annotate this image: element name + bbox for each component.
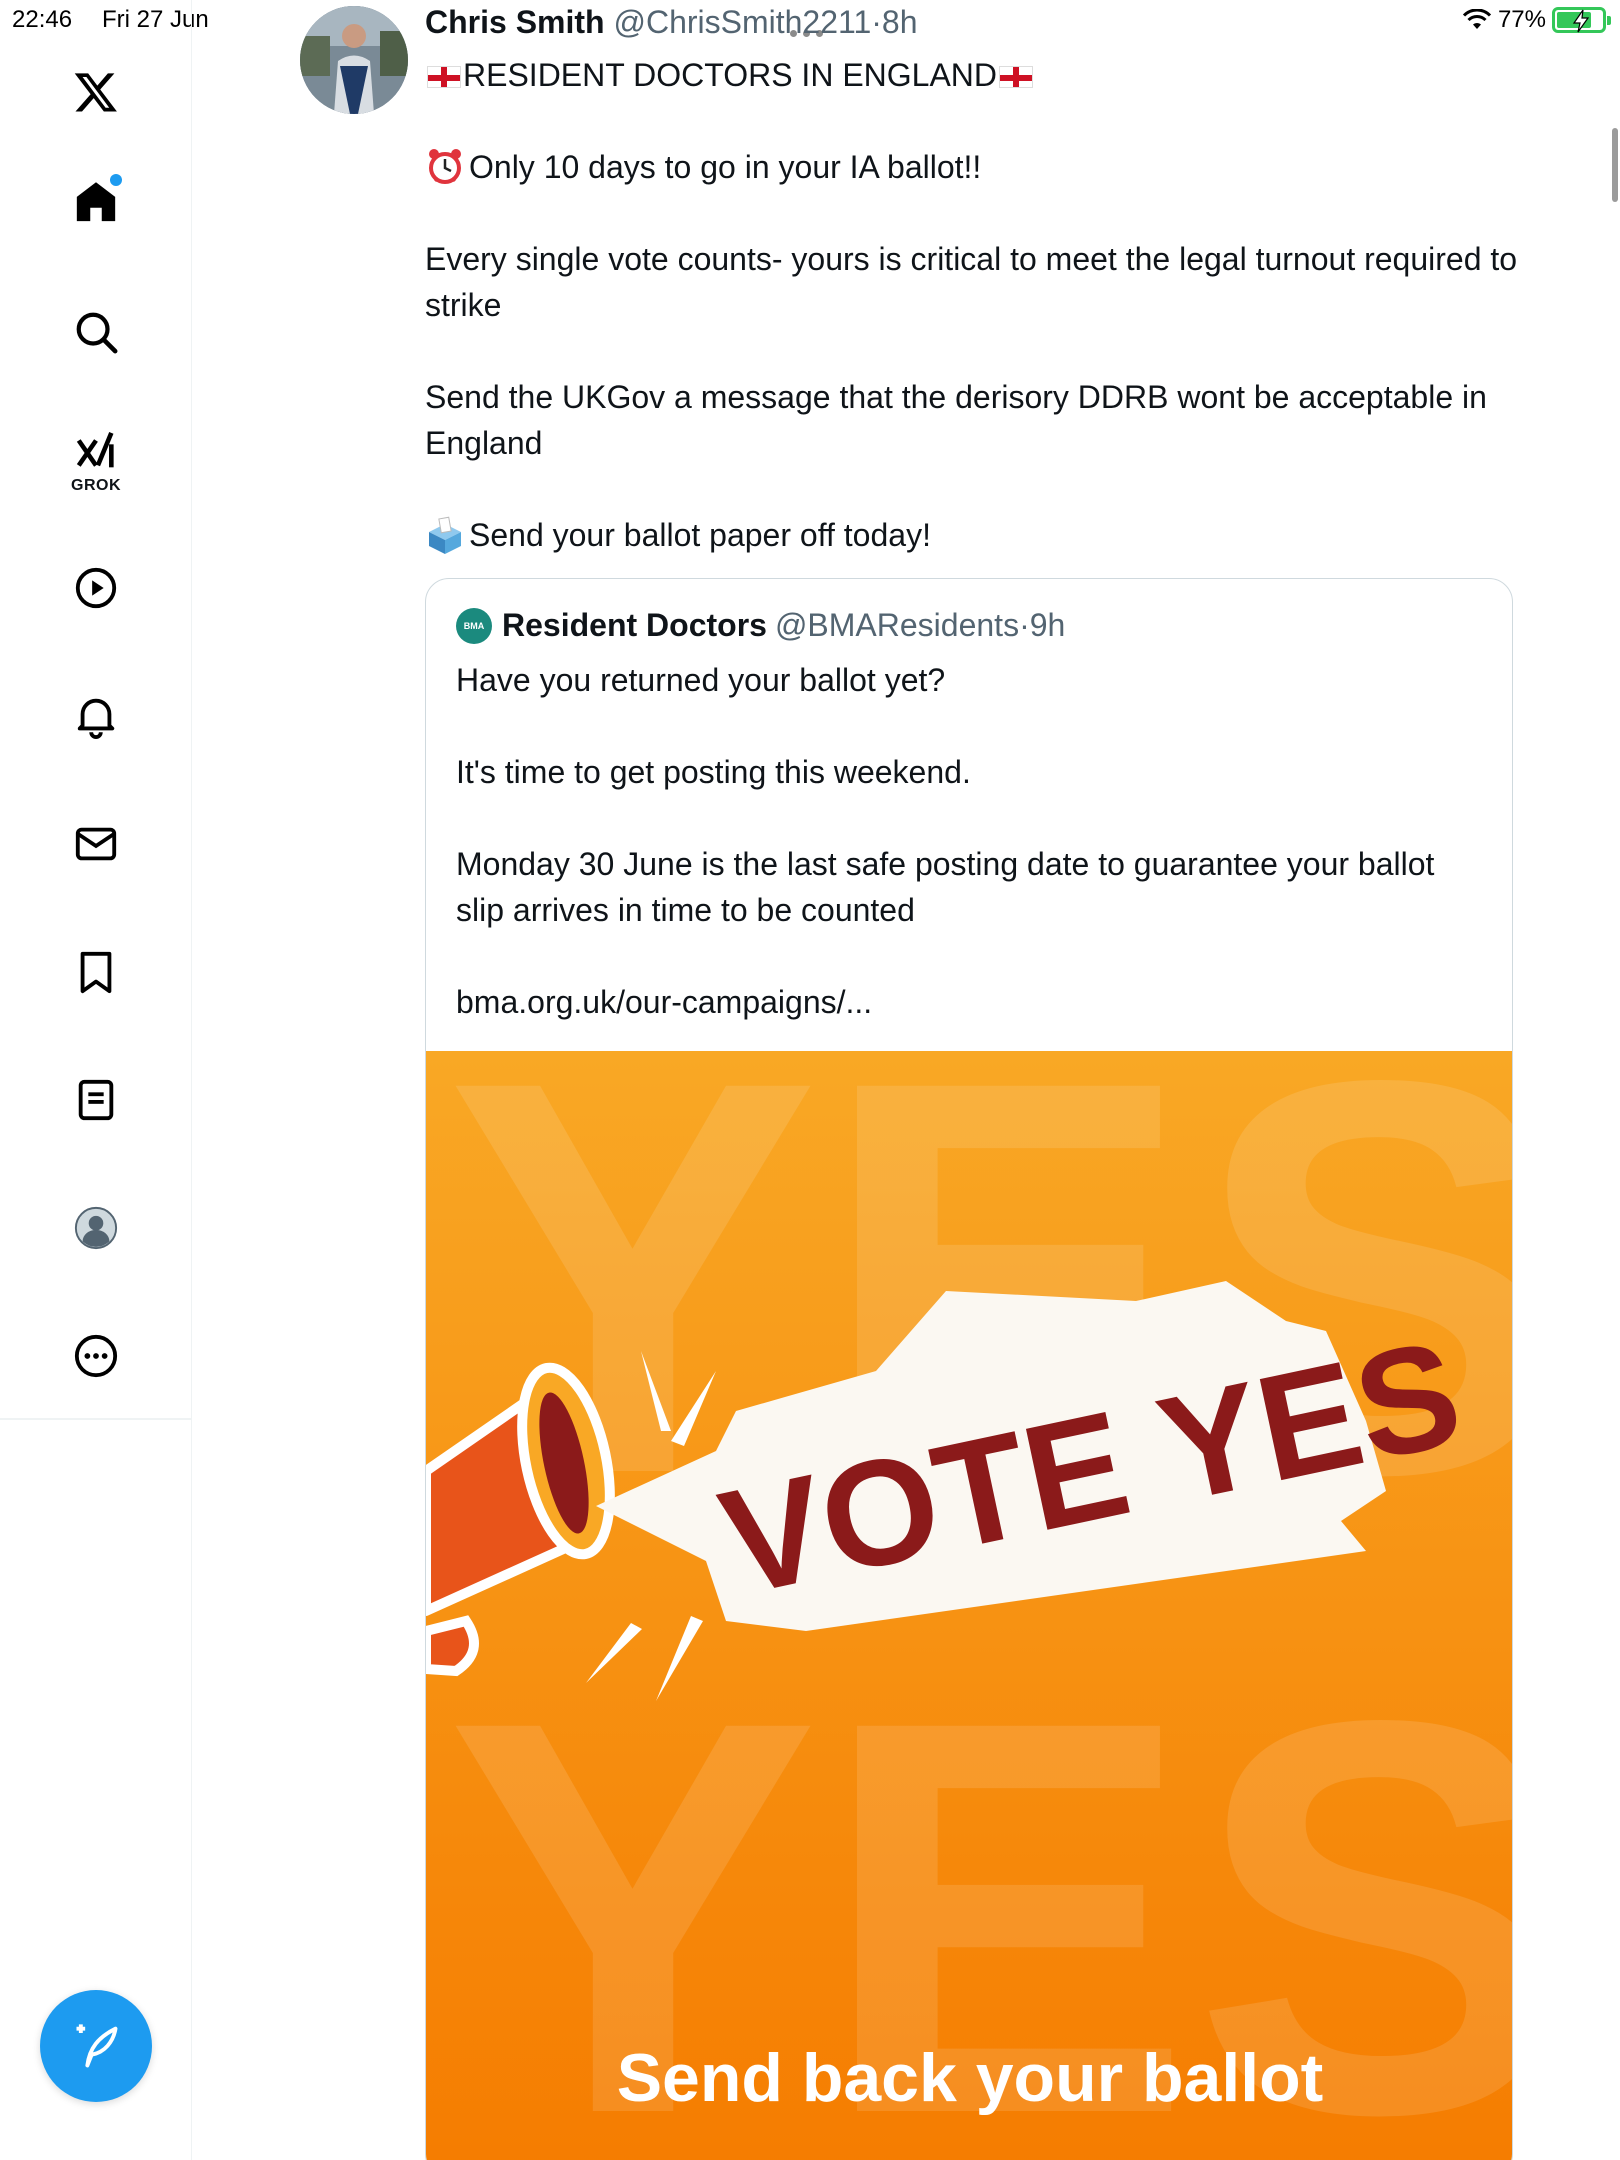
sidebar-item-videos[interactable] (66, 558, 126, 618)
bookmark-icon (80, 951, 112, 994)
quoted-para-2: It's time to get posting this weekend. (456, 754, 971, 790)
quoted-para-3: Monday 30 June is the last safe posting … (456, 846, 1435, 928)
separator: · (871, 4, 882, 40)
tweet-line-3: Send the UKGov a message that the deriso… (425, 379, 1487, 461)
tweet-time[interactable]: 8h (882, 4, 918, 40)
sidebar-nav: GROK (0, 0, 192, 2160)
tweet-text: RESIDENT DOCTORS IN ENGLAND Only 10 days… (425, 52, 1525, 604)
grok-icon (76, 431, 114, 468)
alarm-clock-icon (429, 149, 461, 184)
quoted-para-1: Have you returned your ballot yet? (456, 662, 946, 698)
quoted-tweet-header: BMA Resident Doctors @BMAResidents · 9h (456, 607, 1065, 644)
sidebar-item-bookmarks[interactable] (66, 942, 126, 1002)
list-icon (78, 1079, 114, 1121)
author-handle[interactable]: @ChrisSmith2211 (613, 4, 871, 40)
tweet-line-4: Send your ballot paper off today! (469, 517, 931, 553)
author-name[interactable]: Chris Smith (425, 4, 605, 40)
play-icon (75, 567, 117, 609)
tweet-line-1: Only 10 days to go in your IA ballot!! (469, 149, 982, 185)
search-icon (76, 312, 118, 354)
compose-post-icon (76, 2024, 118, 2068)
notification-dot (110, 174, 122, 186)
quoted-link[interactable]: bma.org.uk/our-campaigns/... (456, 979, 1486, 1025)
scrollbar[interactable] (1612, 128, 1618, 202)
bma-logo-icon: BMA (456, 607, 492, 644)
sidebar-divider (0, 1418, 192, 1420)
sidebar-item-grok[interactable] (66, 422, 126, 482)
ballot-box-icon (429, 516, 461, 554)
more-icon (74, 1334, 118, 1378)
quoted-author-name[interactable]: Resident Doctors (502, 607, 767, 644)
england-flag-icon (427, 66, 461, 88)
grok-label: GROK (71, 477, 121, 494)
send-back-caption: Send back your ballot (617, 2040, 1324, 2116)
quoted-author-handle[interactable]: @BMAResidents (775, 607, 1019, 644)
tweet-header: Chris Smith @ChrisSmith2211·8h (425, 4, 917, 41)
profile-icon (74, 1206, 118, 1250)
sidebar-item-messages[interactable] (66, 814, 126, 874)
compose-post-button[interactable] (40, 1990, 152, 2102)
sidebar-item-home[interactable] (66, 172, 126, 232)
sidebar-item-notifications[interactable] (66, 686, 126, 746)
status-indicators: 77% (1462, 6, 1611, 34)
quoted-tweet-text: Have you returned your ballot yet? It's … (456, 657, 1486, 1071)
mail-icon (75, 827, 117, 861)
quoted-tweet-time[interactable]: 9h (1030, 607, 1066, 644)
vote-yes-image[interactable]: YES YES VOTE YES Send back your ballot (426, 1051, 1512, 2160)
bell-icon (77, 698, 115, 739)
x-logo-icon[interactable] (66, 62, 126, 122)
battery-icon (1552, 7, 1611, 33)
sidebar-item-more[interactable] (66, 1326, 126, 1386)
sidebar-item-profile[interactable] (66, 1198, 126, 1258)
sidebar-item-explore[interactable] (66, 302, 126, 362)
england-flag-icon (999, 66, 1034, 88)
home-icon (76, 182, 116, 222)
tweet-headline: RESIDENT DOCTORS IN ENGLAND (463, 57, 998, 93)
separator: · (1019, 607, 1030, 643)
wifi-icon (1462, 9, 1492, 29)
tweet-line-2: Every single vote counts- yours is criti… (425, 241, 1518, 323)
quoted-tweet[interactable]: BMA Resident Doctors @BMAResidents · 9h Ha… (425, 578, 1513, 2160)
sidebar-item-lists[interactable] (66, 1070, 126, 1130)
battery-percent: 77% (1497, 6, 1546, 33)
avatar[interactable] (300, 6, 408, 114)
